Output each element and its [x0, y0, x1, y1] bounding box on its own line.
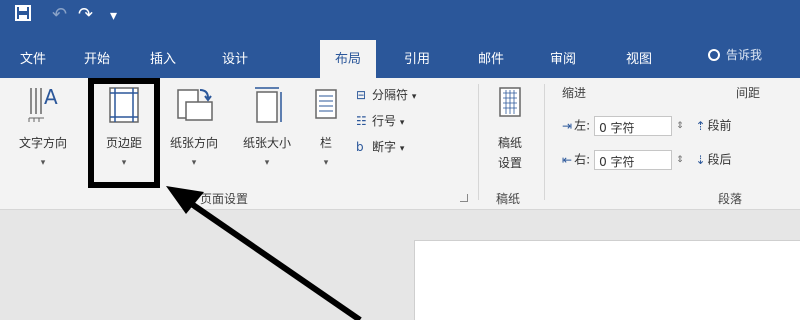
pointer-arrow-icon	[166, 186, 362, 320]
